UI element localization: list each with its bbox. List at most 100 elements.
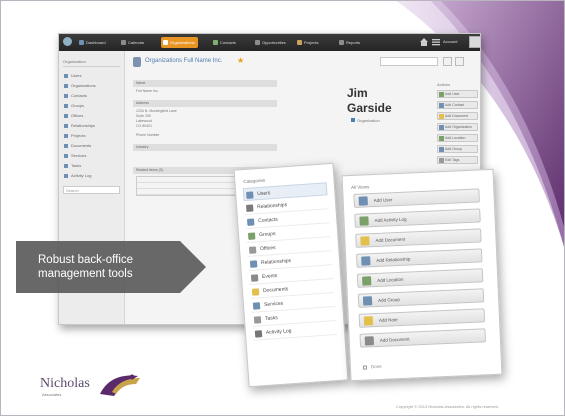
action-label: Add Contact bbox=[445, 103, 465, 107]
avatar[interactable] bbox=[469, 36, 480, 48]
category-icon bbox=[254, 330, 263, 338]
action-button[interactable]: Add Document bbox=[437, 112, 478, 120]
sidebar-item-icon bbox=[64, 74, 68, 78]
view-label: Add Document bbox=[379, 336, 410, 343]
action-label: Add Organization bbox=[445, 125, 473, 129]
view-icon bbox=[362, 276, 372, 286]
category-label: Services bbox=[263, 300, 284, 308]
category-icon bbox=[250, 274, 259, 282]
sidebar-search-input[interactable]: Search bbox=[63, 186, 120, 194]
nav-tab[interactable]: Organizations bbox=[161, 37, 198, 48]
view-button[interactable]: Add Relationship bbox=[356, 248, 483, 268]
view-button[interactable]: Add Document bbox=[359, 328, 486, 348]
sidebar-item[interactable]: Services bbox=[63, 151, 120, 161]
nav-tab[interactable]: Calendar bbox=[119, 37, 147, 48]
view-label: Add Group bbox=[377, 296, 400, 303]
action-label: Edit Tags bbox=[445, 158, 460, 162]
top-navbar: Dashboard Calendar Organizations Contacts Op… bbox=[59, 34, 480, 51]
view-label: Add Note bbox=[378, 317, 398, 323]
sidebar-item[interactable]: Contacts bbox=[63, 91, 120, 101]
sidebar-item[interactable]: Activity Log bbox=[63, 171, 120, 181]
sidebar-item[interactable]: Projects bbox=[63, 131, 120, 141]
favorite-star-icon[interactable]: ★ bbox=[237, 56, 244, 65]
category-label: Groups bbox=[258, 230, 276, 239]
category-icon bbox=[253, 316, 262, 324]
view-icon bbox=[362, 296, 373, 306]
user-menu-label[interactable]: Account bbox=[443, 39, 457, 44]
views-footer[interactable]: Done bbox=[362, 364, 382, 370]
sidebar-item[interactable]: Tasks bbox=[63, 161, 120, 171]
action-icon bbox=[439, 103, 444, 108]
callout-text: Robust back-office management tools bbox=[38, 253, 188, 281]
view-button[interactable]: Add Activity Log bbox=[354, 208, 481, 228]
action-label: Add Location bbox=[445, 136, 466, 140]
view-label: Add Document bbox=[375, 236, 406, 243]
home-icon[interactable] bbox=[419, 37, 429, 47]
view-icon bbox=[358, 196, 368, 206]
category-label: Contacts bbox=[257, 216, 279, 225]
nav-tab-label: Opportunities bbox=[262, 40, 286, 45]
nav-tab[interactable]: Reports bbox=[337, 37, 363, 48]
view-button[interactable]: Add Note bbox=[358, 308, 486, 328]
profile-last-name: Garside bbox=[347, 101, 392, 115]
action-icon bbox=[439, 92, 444, 97]
action-button[interactable]: Edit Tags bbox=[437, 156, 478, 164]
sidebar-item-icon bbox=[64, 164, 68, 168]
callout-arrow: Robust back-office management tools bbox=[16, 241, 206, 293]
category-label: Relationships bbox=[256, 202, 288, 211]
nav-tab-label: Reports bbox=[346, 40, 361, 45]
sidebar-item-label: Groups bbox=[71, 103, 85, 108]
view-button[interactable]: Add Group bbox=[357, 288, 485, 308]
nav-tab-icon bbox=[297, 40, 302, 45]
callout-line-2: management tools bbox=[38, 268, 133, 280]
organization-icon bbox=[133, 57, 141, 67]
settings-button[interactable] bbox=[455, 57, 464, 66]
nav-tab[interactable]: Contacts bbox=[211, 37, 239, 48]
action-button[interactable]: Add Contact bbox=[437, 101, 478, 109]
sidebar-item[interactable]: Users bbox=[63, 71, 120, 81]
record-search-input[interactable] bbox=[380, 57, 438, 66]
done-checkbox-icon bbox=[362, 365, 368, 370]
action-button[interactable]: Add User bbox=[437, 90, 478, 98]
nav-tab[interactable]: Dashboard bbox=[77, 37, 109, 48]
action-label: Add Group bbox=[445, 147, 462, 151]
action-button[interactable]: Add Location bbox=[437, 134, 478, 142]
actions-column: Actions Add User Add Contact Add Document A… bbox=[437, 82, 478, 167]
view-button[interactable]: Add Location bbox=[356, 268, 484, 288]
menu-icon[interactable] bbox=[431, 37, 441, 47]
sidebar-item-label: Relationships bbox=[71, 123, 96, 128]
print-button[interactable] bbox=[443, 57, 452, 66]
tag-icon bbox=[351, 118, 355, 122]
nav-tab[interactable]: Projects bbox=[295, 37, 321, 48]
category-label: Activity Log bbox=[265, 328, 292, 336]
sidebar-item[interactable]: Groups bbox=[63, 101, 120, 111]
action-button[interactable]: Add Organization bbox=[437, 123, 478, 131]
callout-line-1: Robust back-office bbox=[38, 254, 134, 266]
sidebar-item-label: Activity Log bbox=[71, 173, 92, 178]
category-icon bbox=[251, 288, 260, 296]
view-label: Add Relationship bbox=[376, 256, 411, 263]
profile-first-name: Jim bbox=[347, 86, 368, 100]
category-icon bbox=[248, 246, 257, 254]
view-button[interactable]: Add Document bbox=[355, 228, 482, 248]
view-label: Add Activity Log bbox=[374, 216, 407, 224]
brand-subtitle: Associates bbox=[42, 392, 62, 397]
copyright-notice: Copyright © 2013 Nicholas Associates. Al… bbox=[396, 404, 499, 409]
action-button[interactable]: Add Group bbox=[437, 145, 478, 153]
sidebar-item[interactable]: Documents bbox=[63, 141, 120, 151]
brand-mark-icon bbox=[100, 374, 140, 396]
sidebar-item-label: Projects bbox=[71, 133, 86, 138]
sidebar-item[interactable]: Relationships bbox=[63, 121, 120, 131]
sidebar-item-label: Tasks bbox=[71, 163, 82, 168]
actions-heading: Actions bbox=[437, 82, 451, 87]
sidebar-item[interactable]: Offices bbox=[63, 111, 120, 121]
action-label: Add Document bbox=[445, 114, 469, 118]
sidebar-item[interactable]: Organizations bbox=[63, 81, 120, 91]
nav-tab[interactable]: Opportunities bbox=[253, 37, 289, 48]
nav-tab-label: Contacts bbox=[220, 40, 236, 45]
category-icon bbox=[246, 218, 255, 226]
breadcrumb[interactable]: Organizations Full Name Inc. bbox=[145, 58, 222, 64]
categories-list: Users Relationships Contacts Groups Offices R… bbox=[236, 182, 344, 341]
view-icon bbox=[361, 256, 371, 266]
nav-tab-icon bbox=[255, 40, 260, 45]
